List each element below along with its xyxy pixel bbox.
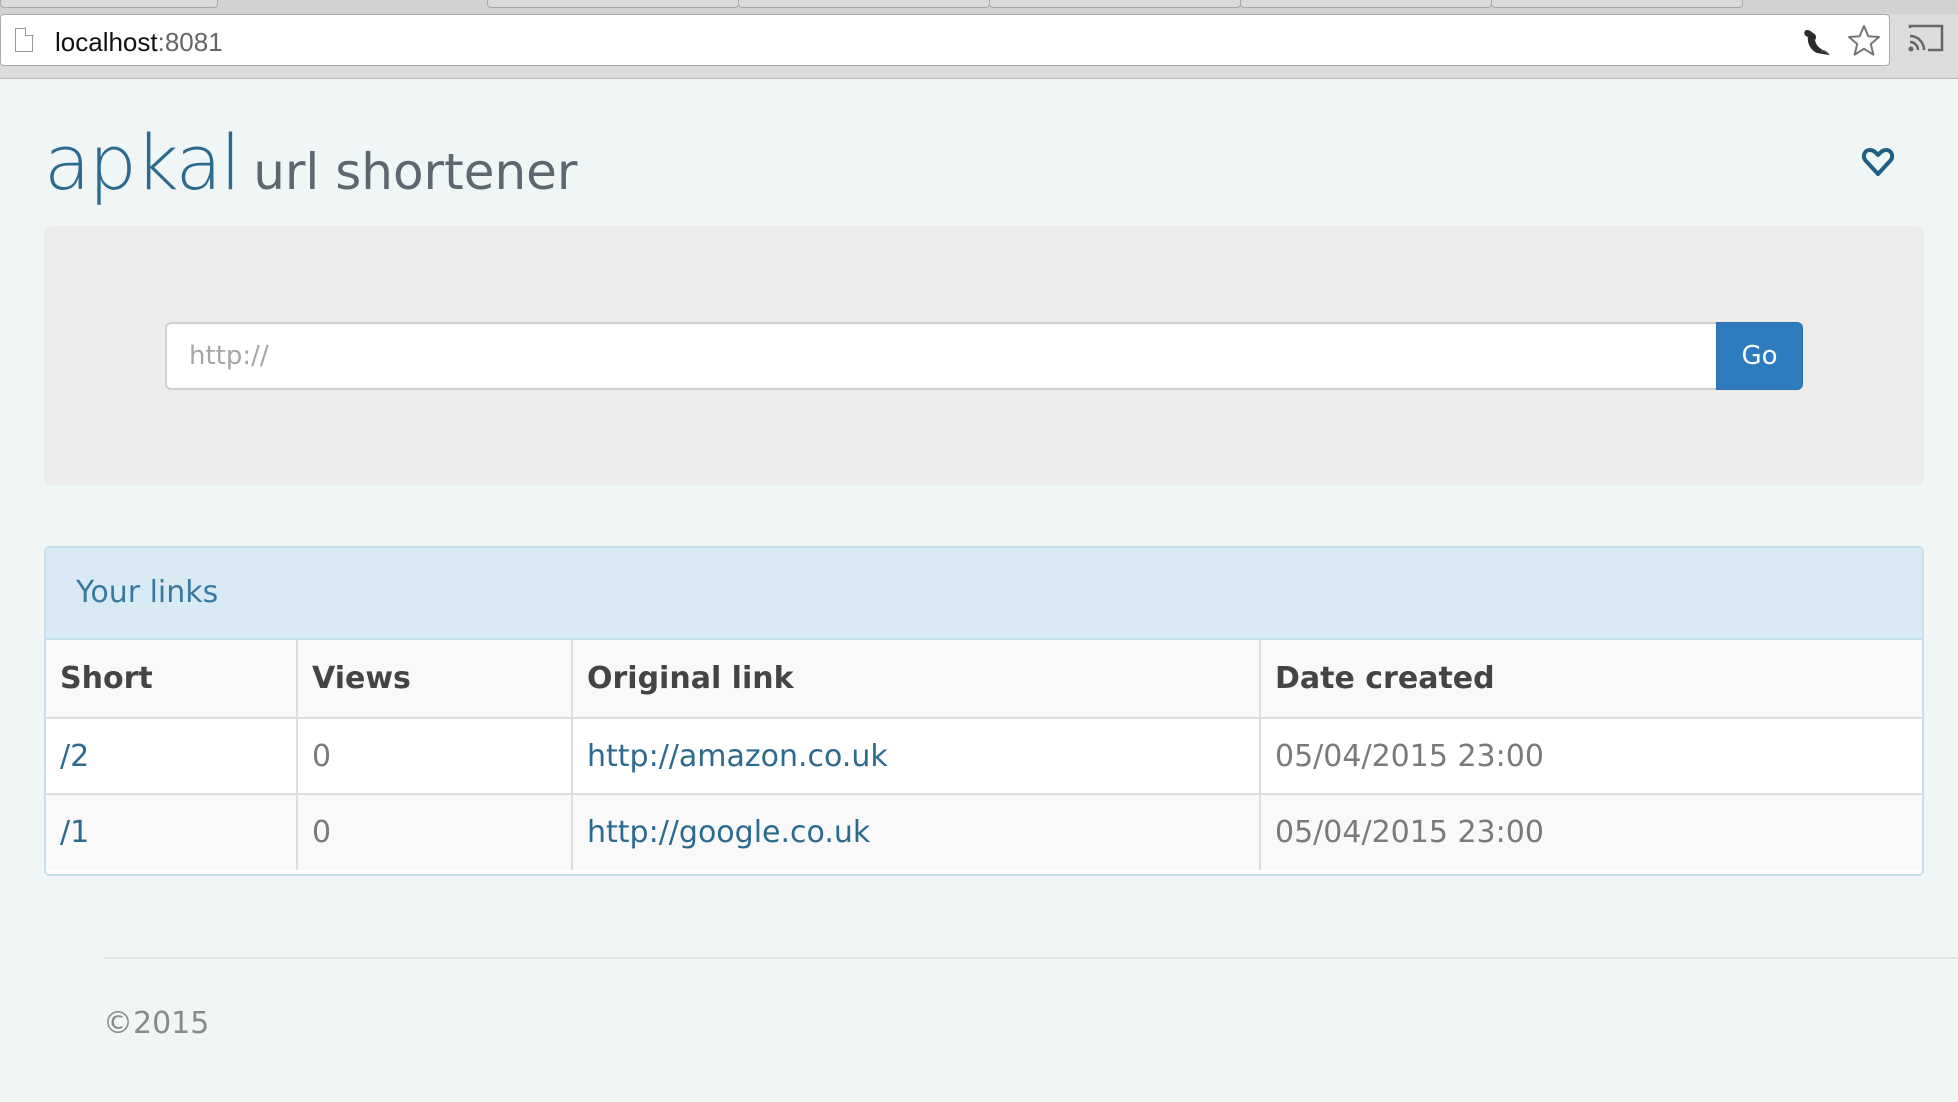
page-header: apkal url shortener bbox=[44, 118, 577, 207]
table-row: /2 0 http://amazon.co.uk 05/04/2015 23:0… bbox=[46, 718, 1922, 795]
browser-toolbar: localhost:8081 bbox=[0, 0, 1958, 79]
brand-title[interactable]: apkal bbox=[44, 118, 241, 207]
original-link[interactable]: http://google.co.uk bbox=[587, 815, 870, 850]
browser-tab[interactable] bbox=[0, 0, 218, 8]
links-panel: Your links Short Views Original link Dat… bbox=[44, 546, 1924, 876]
links-table: Short Views Original link Date created /… bbox=[46, 640, 1922, 870]
original-link-cell: http://google.co.uk bbox=[572, 794, 1261, 870]
panel-title: Your links bbox=[46, 548, 1922, 640]
heart-icon[interactable] bbox=[1861, 145, 1895, 179]
browser-tab[interactable] bbox=[738, 0, 990, 8]
table-row: /1 0 http://google.co.uk 05/04/2015 23:0… bbox=[46, 794, 1922, 870]
browser-tab[interactable] bbox=[1491, 0, 1743, 8]
original-link-cell: http://amazon.co.uk bbox=[572, 718, 1261, 795]
address-bar[interactable]: localhost:8081 bbox=[0, 14, 1890, 66]
column-header-short: Short bbox=[46, 640, 298, 719]
url-port: :8081 bbox=[157, 27, 223, 57]
extension-icon[interactable] bbox=[1799, 24, 1833, 58]
column-header-date-created: Date created bbox=[1260, 640, 1922, 719]
column-header-original-link: Original link bbox=[572, 640, 1261, 719]
browser-tab[interactable] bbox=[1240, 0, 1492, 8]
cast-icon[interactable] bbox=[1906, 22, 1946, 56]
views-cell: 0 bbox=[297, 794, 573, 870]
url-input[interactable] bbox=[165, 322, 1717, 390]
views-cell: 0 bbox=[297, 718, 573, 795]
brand-subtitle: url shortener bbox=[253, 143, 578, 201]
date-created-cell: 05/04/2015 23:00 bbox=[1260, 718, 1922, 795]
bookmark-star-icon[interactable] bbox=[1846, 23, 1882, 59]
url-host: localhost bbox=[55, 27, 158, 57]
date-created-cell: 05/04/2015 23:00 bbox=[1260, 794, 1922, 870]
original-link[interactable]: http://amazon.co.uk bbox=[587, 739, 888, 774]
short-cell: /2 bbox=[46, 718, 298, 795]
footer-copyright: ©2015 bbox=[103, 1006, 210, 1041]
address-url[interactable]: localhost:8081 bbox=[55, 27, 223, 58]
tab-strip bbox=[0, 0, 1958, 14]
table-header-row: Short Views Original link Date created bbox=[46, 640, 1922, 719]
column-header-views: Views bbox=[297, 640, 573, 719]
short-cell: /1 bbox=[46, 794, 298, 870]
browser-tab[interactable] bbox=[989, 0, 1241, 8]
footer-divider bbox=[104, 957, 1958, 959]
go-button[interactable]: Go bbox=[1716, 322, 1803, 390]
page-icon bbox=[15, 27, 34, 52]
browser-tab[interactable] bbox=[487, 0, 739, 8]
short-link[interactable]: /1 bbox=[60, 815, 89, 850]
short-link[interactable]: /2 bbox=[60, 739, 89, 774]
